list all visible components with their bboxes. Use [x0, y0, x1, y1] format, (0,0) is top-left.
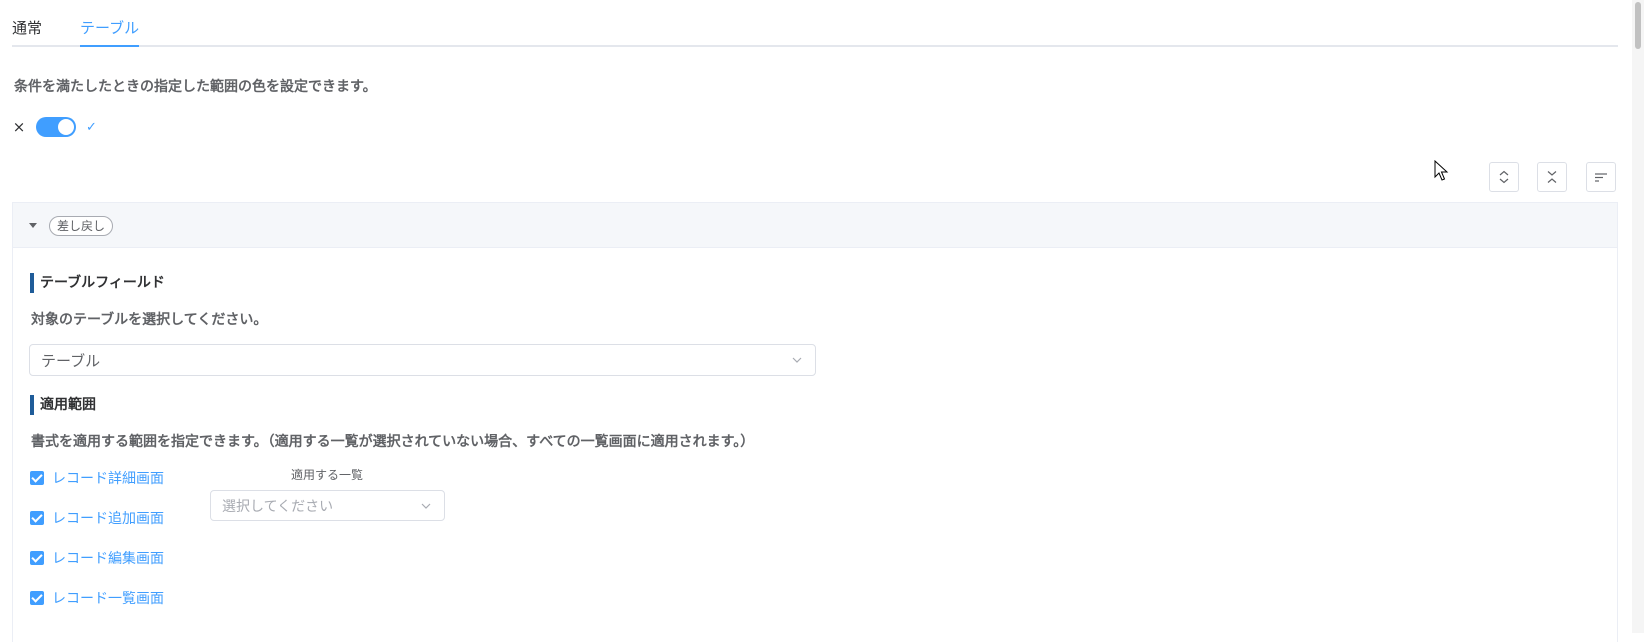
- table-select-value: テーブル: [41, 351, 101, 370]
- table-field-description: 対象のテーブルを選択してください。: [31, 312, 268, 328]
- scrollbar-thumb[interactable]: [1635, 2, 1641, 49]
- rule-name-chip: 差し戻し: [49, 216, 114, 236]
- switch-knob: [58, 119, 74, 135]
- collapse-all-icon: [1547, 171, 1557, 183]
- checkbox-label: レコード詳細画面: [52, 471, 164, 487]
- page-description: 条件を満たしたときの指定した範囲の色を設定できます。: [14, 79, 377, 95]
- expand-all-button[interactable]: [1489, 162, 1519, 192]
- checkbox-label: レコード編集画面: [52, 551, 164, 567]
- rule-card: 差し戻し テーブルフィールド 対象のテーブルを選択してください。 テーブル 適用…: [12, 202, 1618, 642]
- enable-switch[interactable]: [36, 117, 76, 137]
- close-icon: ×: [12, 118, 26, 136]
- table-field-title: テーブルフィールド: [30, 273, 165, 293]
- expand-all-icon: [1499, 170, 1509, 184]
- scope-title: 適用範囲: [30, 395, 96, 415]
- collapse-all-button[interactable]: [1537, 162, 1567, 192]
- checkbox-checked-icon[interactable]: [30, 511, 44, 525]
- apply-list-select[interactable]: 選択してください: [210, 490, 445, 521]
- checkbox-checked-icon[interactable]: [30, 551, 44, 565]
- chevron-down-icon: [421, 503, 431, 509]
- checkbox-label: レコード追加画面: [52, 511, 164, 527]
- checkbox-checked-icon[interactable]: [30, 471, 44, 485]
- sort-icon: [1595, 173, 1607, 182]
- rule-card-header[interactable]: 差し戻し: [13, 203, 1617, 248]
- apply-list-label: 適用する一覧: [291, 468, 364, 482]
- checkbox-checked-icon[interactable]: [30, 591, 44, 605]
- chevron-down-icon: [792, 357, 802, 363]
- checkbox-record-list[interactable]: レコード一覧画面: [30, 588, 164, 608]
- enable-toggle-row: × ✓: [12, 116, 97, 138]
- tab-normal[interactable]: 通常: [12, 0, 42, 45]
- check-icon: ✓: [86, 119, 97, 135]
- checkbox-record-detail[interactable]: レコード詳細画面: [30, 468, 164, 488]
- checkbox-record-edit[interactable]: レコード編集画面: [30, 548, 164, 568]
- mouse-cursor-icon: [1434, 160, 1449, 181]
- scope-description: 書式を適用する範囲を指定できます。（適用する一覧が選択されていない場合、すべての…: [31, 434, 755, 450]
- tab-bar: 通常 テーブル: [12, 0, 1618, 47]
- caret-down-icon[interactable]: [29, 223, 37, 228]
- tab-table[interactable]: テーブル: [80, 0, 140, 47]
- sort-button[interactable]: [1586, 162, 1616, 192]
- apply-list-placeholder: 選択してください: [222, 498, 334, 515]
- vertical-scrollbar[interactable]: [1632, 0, 1644, 633]
- table-select[interactable]: テーブル: [29, 344, 816, 376]
- checkbox-label: レコード一覧画面: [52, 591, 164, 607]
- checkbox-record-add[interactable]: レコード追加画面: [30, 508, 164, 528]
